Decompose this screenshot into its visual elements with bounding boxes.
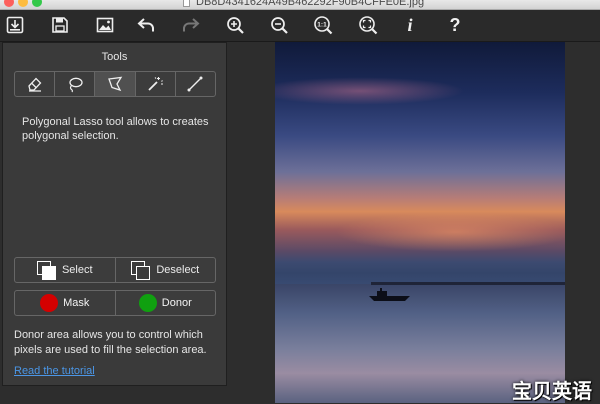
sky-cloud [275, 77, 465, 105]
save-button[interactable] [47, 13, 73, 37]
image-canvas[interactable] [275, 42, 565, 403]
line-icon [187, 76, 203, 92]
lasso-icon [69, 77, 83, 93]
image-icon [96, 17, 114, 33]
select-button[interactable]: Select [15, 258, 116, 282]
title-bar: DB8D4341624A49B462292F90B4CFFE0E.jpg [0, 0, 600, 10]
watermark: 宝贝英语 [512, 381, 592, 403]
donor-button[interactable]: Donor [116, 291, 216, 315]
zoom-actual-size-button[interactable]: 1:1 [310, 13, 336, 37]
boat [369, 288, 410, 301]
mask-color-icon [40, 294, 59, 312]
tutorial-link[interactable]: Read the tutorial [14, 365, 95, 377]
zoom-out-button[interactable] [266, 13, 292, 37]
deselect-button[interactable]: Deselect [116, 258, 216, 282]
canvas-margin [565, 42, 600, 403]
polygonal-lasso-icon [108, 76, 123, 92]
minimize-window-button[interactable] [18, 0, 28, 7]
magic-wand-icon [148, 77, 164, 91]
window-title: DB8D4341624A49B462292F90B4CFFE0E.jpg [196, 0, 425, 8]
close-window-button[interactable] [4, 0, 14, 7]
actual-size-label: 1:1 [317, 22, 327, 29]
tool-description: Polygonal Lasso tool allows to creates p… [22, 116, 209, 142]
select-label: Select [61, 264, 93, 276]
zoom-in-button[interactable] [222, 13, 248, 37]
save-icon [52, 17, 68, 33]
mask-button[interactable]: Mask [15, 291, 116, 315]
donor-color-icon [138, 294, 157, 312]
redo-icon [183, 18, 200, 32]
zoom-actual-size-icon: 1:1 [314, 16, 333, 35]
donor-label: Donor [161, 297, 192, 309]
lasso-tool-button[interactable] [55, 72, 96, 96]
zoom-in-icon [227, 17, 244, 34]
open-file-icon [6, 16, 24, 34]
open-image-button[interactable] [92, 13, 118, 37]
polygonal-lasso-tool-button[interactable] [95, 72, 136, 96]
document-icon [183, 0, 190, 7]
toolbar: 1:1 i ? [0, 10, 600, 42]
deselect-icon [131, 261, 151, 280]
eraser-icon [27, 77, 41, 92]
deselect-label: Deselect [156, 264, 200, 276]
panel-title: Tools [101, 51, 128, 63]
open-file-button[interactable] [2, 13, 28, 37]
info-button[interactable]: i [397, 13, 423, 37]
area-mode-buttons: Mask Donor [14, 290, 216, 316]
zoom-out-icon [271, 17, 288, 34]
undo-icon [137, 18, 154, 32]
sky-cloud [335, 212, 565, 252]
redo-button[interactable] [178, 13, 204, 37]
line-tool-button[interactable] [176, 72, 215, 96]
shoreline [371, 282, 565, 285]
magic-wand-tool-button[interactable] [136, 72, 176, 96]
select-icon [36, 261, 57, 280]
tools-panel: Tools Polygonal Lasso tool allows to cre… [2, 42, 227, 386]
undo-button[interactable] [133, 13, 159, 37]
help-button[interactable]: ? [442, 13, 468, 37]
eraser-tool-button[interactable] [15, 72, 56, 96]
zoom-window-button[interactable] [32, 0, 42, 7]
mask-label: Mask [63, 297, 90, 309]
donor-description: Donor area allows you to control which p… [14, 329, 207, 356]
zoom-fit-button[interactable] [355, 13, 381, 37]
zoom-fit-icon [359, 16, 378, 35]
selection-buttons: Select Deselect [14, 257, 216, 283]
tool-selector [14, 71, 216, 97]
